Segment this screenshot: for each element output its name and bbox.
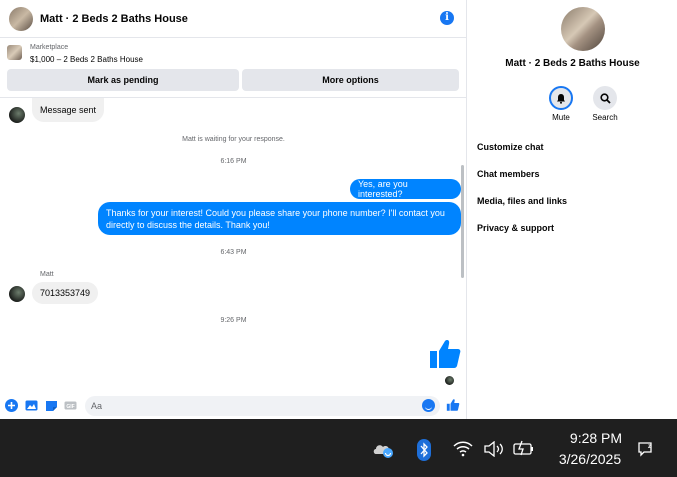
svg-text:z: z: [648, 444, 651, 450]
svg-text:GIF: GIF: [66, 404, 74, 410]
search-circle[interactable]: [593, 86, 617, 110]
message-bubble-outgoing[interactable]: Yes, are you interested?: [350, 179, 461, 199]
message-bubble-incoming[interactable]: Message sent: [32, 98, 105, 122]
menu-item-privacy-support[interactable]: Privacy & support: [477, 223, 554, 233]
menu-item-chat-members[interactable]: Chat members: [477, 169, 540, 179]
message-text-line: directly to discuss the details. Thank y…: [106, 219, 270, 230]
conversation-details-panel: Matt · 2 Beds 2 Baths House Mute Search …: [468, 0, 677, 419]
bell-icon: [557, 93, 565, 104]
timestamp: 6:43 PM: [220, 249, 247, 256]
waiting-note: Matt is waiting for your response.: [182, 136, 285, 143]
message-input[interactable]: Aa: [85, 396, 440, 416]
plus-icon[interactable]: [5, 399, 18, 412]
taskbar: 9:28 PM 3/26/2025 z: [0, 419, 677, 477]
sender-avatar[interactable]: [9, 107, 25, 123]
listing-name[interactable]: $1,000 – 2 Beds 2 Baths House: [30, 55, 143, 64]
sender-name: Matt: [40, 271, 54, 278]
listing-thumbnail[interactable]: [7, 45, 22, 60]
wifi-icon[interactable]: [453, 441, 473, 457]
menu-item-media-files-links[interactable]: Media, files and links: [477, 196, 567, 206]
search-label: Search: [592, 113, 618, 122]
info-icon[interactable]: i: [440, 11, 454, 25]
conversation-pane: Matt · 2 Beds 2 Baths House i Marketplac…: [0, 0, 467, 419]
emoji-icon[interactable]: [422, 399, 435, 412]
battery-icon[interactable]: [513, 440, 535, 456]
like-icon[interactable]: [428, 338, 462, 370]
message-thread[interactable]: Message sent Matt is waiting for your re…: [0, 98, 467, 392]
mute-label: Mute: [552, 113, 570, 122]
conversation-avatar-large[interactable]: [561, 7, 605, 51]
conversation-avatar[interactable]: [9, 6, 33, 31]
details-title: Matt · 2 Beds 2 Baths House: [505, 58, 640, 69]
more-options-button[interactable]: More options: [242, 69, 459, 91]
thread-scrollbar[interactable]: [461, 165, 464, 278]
timestamp: 6:16 PM: [220, 158, 247, 165]
image-icon[interactable]: [25, 399, 38, 412]
conversation-header: Matt · 2 Beds 2 Baths House i: [0, 0, 467, 38]
notification-icon[interactable]: z: [636, 440, 654, 458]
menu-item-customize-chat[interactable]: Customize chat: [477, 142, 544, 152]
sender-avatar[interactable]: [9, 286, 25, 302]
message-text-line: Thanks for your interest! Could you plea…: [106, 207, 445, 218]
composer: GIF Aa: [0, 392, 467, 419]
bluetooth-icon[interactable]: [417, 439, 431, 461]
message-bubble-incoming[interactable]: 7013353749: [32, 282, 99, 304]
conversation-title[interactable]: Matt · 2 Beds 2 Baths House: [40, 13, 188, 25]
sticker-icon[interactable]: [45, 399, 58, 412]
like-icon[interactable]: [446, 398, 460, 412]
volume-icon[interactable]: [483, 441, 505, 457]
message-text: Message sent: [40, 105, 97, 115]
clock-time[interactable]: 9:28 PM: [556, 430, 636, 446]
read-receipt-avatar: [445, 376, 454, 385]
search-icon: [599, 92, 611, 104]
mark-as-pending-button[interactable]: Mark as pending: [7, 69, 239, 91]
gif-icon[interactable]: GIF: [64, 399, 77, 412]
search-button[interactable]: Search: [580, 86, 630, 122]
mute-button[interactable]: Mute: [536, 86, 586, 122]
message-bubble-outgoing[interactable]: Thanks for your interest! Could you plea…: [98, 202, 461, 235]
listing-source: Marketplace: [30, 44, 69, 51]
message-text: 7013353749: [40, 288, 91, 298]
clock-date[interactable]: 3/26/2025: [550, 451, 630, 467]
listing-banner: Marketplace $1,000 – 2 Beds 2 Baths Hous…: [0, 39, 467, 98]
mute-circle[interactable]: [549, 86, 573, 110]
message-text: Yes, are you interested?: [358, 179, 408, 199]
onedrive-icon[interactable]: [372, 441, 394, 459]
timestamp: 9:26 PM: [220, 317, 247, 324]
messenger-window: Matt · 2 Beds 2 Baths House i Marketplac…: [0, 0, 677, 419]
